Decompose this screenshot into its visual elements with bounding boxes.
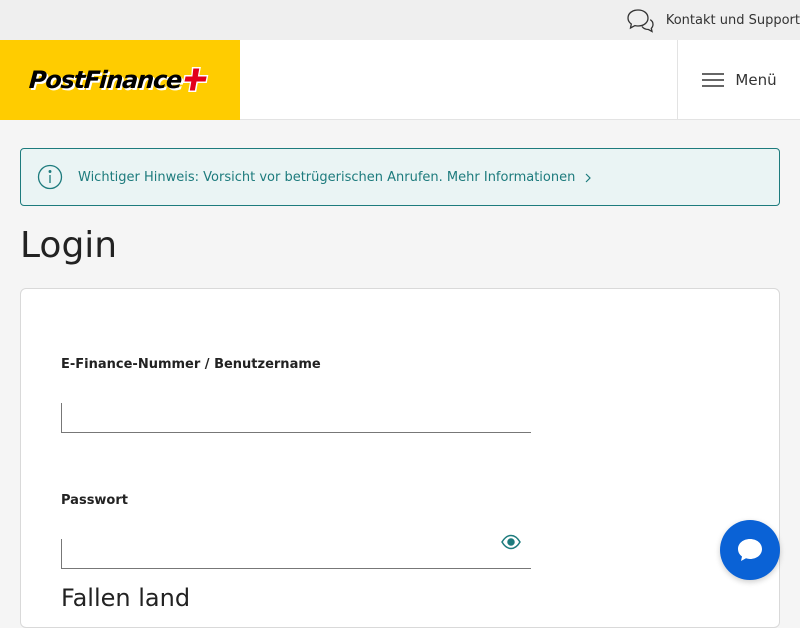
- top-utility-bar: Kontakt und Support: [0, 0, 800, 40]
- notice-text: Wichtiger Hinweis: Vorsicht vor betrüger…: [78, 169, 576, 185]
- login-card: E-Finance-Nummer / Benutzername Passwort…: [20, 288, 780, 628]
- header-spacer: [240, 40, 677, 119]
- menu-label: Menü: [735, 70, 777, 89]
- chat-bubbles-icon: [626, 6, 654, 34]
- chat-button[interactable]: [720, 520, 780, 580]
- swiss-cross-icon: [182, 65, 212, 95]
- username-input[interactable]: [61, 403, 531, 433]
- password-input[interactable]: [61, 539, 531, 569]
- forgot-heading: Fallen land: [61, 584, 191, 612]
- chevron-right-icon: [583, 172, 593, 184]
- chat-icon: [735, 536, 765, 564]
- site-header: PostFinance Menü: [0, 40, 800, 120]
- info-icon: [37, 164, 63, 190]
- eye-icon[interactable]: [501, 534, 521, 550]
- password-label: Passwort: [61, 493, 128, 508]
- hamburger-icon: [701, 72, 725, 88]
- important-notice-banner[interactable]: Wichtiger Hinweis: Vorsicht vor betrüger…: [20, 148, 780, 206]
- page-title: Login: [20, 225, 118, 266]
- menu-button[interactable]: Menü: [677, 40, 800, 119]
- postfinance-logo: PostFinance: [28, 65, 211, 95]
- logo-wordmark: PostFinance: [28, 66, 183, 94]
- logo-link[interactable]: PostFinance: [0, 40, 240, 120]
- contact-support-label: Kontakt und Support: [665, 12, 800, 28]
- username-label: E-Finance-Nummer / Benutzername: [61, 357, 321, 372]
- contact-support-link[interactable]: Kontakt und Support: [626, 6, 800, 34]
